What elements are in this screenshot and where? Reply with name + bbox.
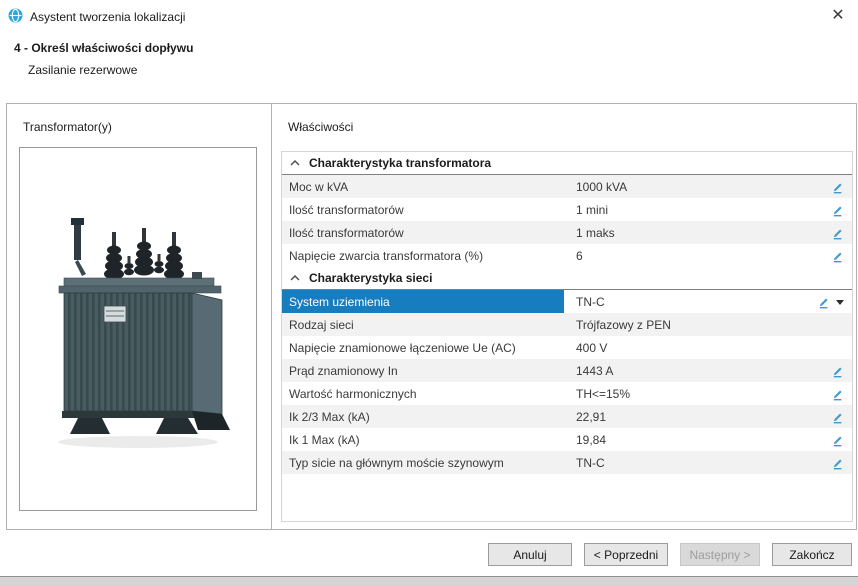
property-label: Prąd znamionowy In (282, 359, 564, 382)
edit-pencil-icon[interactable] (830, 249, 844, 263)
transformer-panel: Transformator(y) (7, 104, 272, 529)
property-actions (830, 175, 852, 198)
property-label: Typ sicie na głównym moście szynowym (282, 451, 564, 474)
property-row[interactable]: Prąd znamionowy In1443 A (282, 359, 852, 382)
property-actions (844, 336, 852, 359)
property-value: 22,91 (564, 405, 830, 428)
edit-pencil-icon[interactable] (830, 364, 844, 378)
edit-pencil-icon[interactable] (830, 410, 844, 424)
property-row[interactable]: Ilość transformatorów1 maks (282, 221, 852, 244)
property-label: Wartość harmonicznych (282, 382, 564, 405)
wizard-body: Transformator(y) (6, 103, 857, 530)
collapse-chevron-icon (290, 159, 300, 167)
property-value: 6 (564, 244, 830, 267)
property-actions (830, 221, 852, 244)
property-row[interactable]: Napięcie znamionowe łączeniowe Ue (AC)40… (282, 336, 852, 359)
property-label: Ilość transformatorów (282, 198, 564, 221)
collapse-chevron-icon (290, 274, 300, 282)
section-header[interactable]: Charakterystyka sieci (282, 267, 852, 290)
previous-button[interactable]: < Poprzedni (584, 543, 668, 566)
property-value: 400 V (564, 336, 844, 359)
transformer-image (19, 147, 257, 511)
property-label: Rodzaj sieci (282, 313, 564, 336)
property-value: 19,84 (564, 428, 830, 451)
property-row[interactable]: Ilość transformatorów1 mini (282, 198, 852, 221)
next-button[interactable]: Następny > (680, 543, 760, 566)
property-row[interactable]: Rodzaj sieciTrójfazowy z PEN (282, 313, 852, 336)
property-actions (830, 451, 852, 474)
property-label: System uziemienia (282, 290, 564, 313)
properties-content: Charakterystyka transformatoraMoc w kVA1… (281, 151, 853, 522)
property-actions (816, 290, 852, 313)
property-value: TN-C (564, 451, 830, 474)
properties-panel-title: Właściwości (288, 120, 353, 134)
edit-pencil-icon[interactable] (816, 295, 830, 309)
edit-pencil-icon[interactable] (830, 203, 844, 217)
transformer-illustration (26, 204, 250, 454)
app-icon (8, 8, 23, 23)
property-value: TN-C (564, 290, 816, 313)
transformer-panel-title: Transformator(y) (23, 120, 112, 134)
section-label: Charakterystyka sieci (309, 271, 432, 285)
property-actions (844, 313, 852, 336)
property-row[interactable]: Ik 2/3 Max (kA)22,91 (282, 405, 852, 428)
step-title: 4 - Określ właściwości dopływu (14, 41, 193, 55)
step-subtitle: Zasilanie rezerwowe (28, 63, 137, 77)
property-actions (830, 244, 852, 267)
property-actions (830, 198, 852, 221)
edit-pencil-icon[interactable] (830, 433, 844, 447)
property-value: TH<=15% (564, 382, 830, 405)
property-actions (830, 382, 852, 405)
edit-pencil-icon[interactable] (830, 226, 844, 240)
section-label: Charakterystyka transformatora (309, 156, 491, 170)
property-actions (830, 359, 852, 382)
property-value: 1443 A (564, 359, 830, 382)
property-label: Napięcie znamionowe łączeniowe Ue (AC) (282, 336, 564, 359)
property-row[interactable]: Moc w kVA1000 kVA (282, 175, 852, 198)
window-title: Asystent tworzenia lokalizacji (30, 10, 185, 24)
property-label: Ilość transformatorów (282, 221, 564, 244)
edit-pencil-icon[interactable] (830, 456, 844, 470)
property-actions (830, 428, 852, 451)
properties-list: Charakterystyka transformatoraMoc w kVA1… (282, 152, 852, 474)
wizard-footer: Anuluj < Poprzedni Następny > Zakończ (0, 543, 858, 567)
close-icon[interactable]: ✕ (826, 3, 850, 27)
property-label: Ik 1 Max (kA) (282, 428, 564, 451)
property-row[interactable]: Ik 1 Max (kA)19,84 (282, 428, 852, 451)
property-row[interactable]: System uziemieniaTN-C (282, 290, 852, 313)
property-row[interactable]: Wartość harmonicznychTH<=15% (282, 382, 852, 405)
property-value: 1 maks (564, 221, 830, 244)
window-bottom-edge (0, 576, 858, 585)
property-actions (830, 405, 852, 428)
cancel-button[interactable]: Anuluj (488, 543, 572, 566)
property-row[interactable]: Typ sicie na głównym moście szynowymTN-C (282, 451, 852, 474)
property-value: 1 mini (564, 198, 830, 221)
edit-pencil-icon[interactable] (830, 387, 844, 401)
property-value: Trójfazowy z PEN (564, 313, 844, 336)
property-row[interactable]: Napięcie zwarcia transformatora (%)6 (282, 244, 852, 267)
properties-panel: Właściwości Charakterystyka transformato… (272, 104, 856, 529)
edit-pencil-icon[interactable] (830, 180, 844, 194)
property-value: 1000 kVA (564, 175, 830, 198)
finish-button[interactable]: Zakończ (772, 543, 852, 566)
property-label: Ik 2/3 Max (kA) (282, 405, 564, 428)
property-label: Napięcie zwarcia transformatora (%) (282, 244, 564, 267)
property-label: Moc w kVA (282, 175, 564, 198)
section-header[interactable]: Charakterystyka transformatora (282, 152, 852, 175)
dropdown-caret-icon[interactable] (836, 300, 844, 305)
